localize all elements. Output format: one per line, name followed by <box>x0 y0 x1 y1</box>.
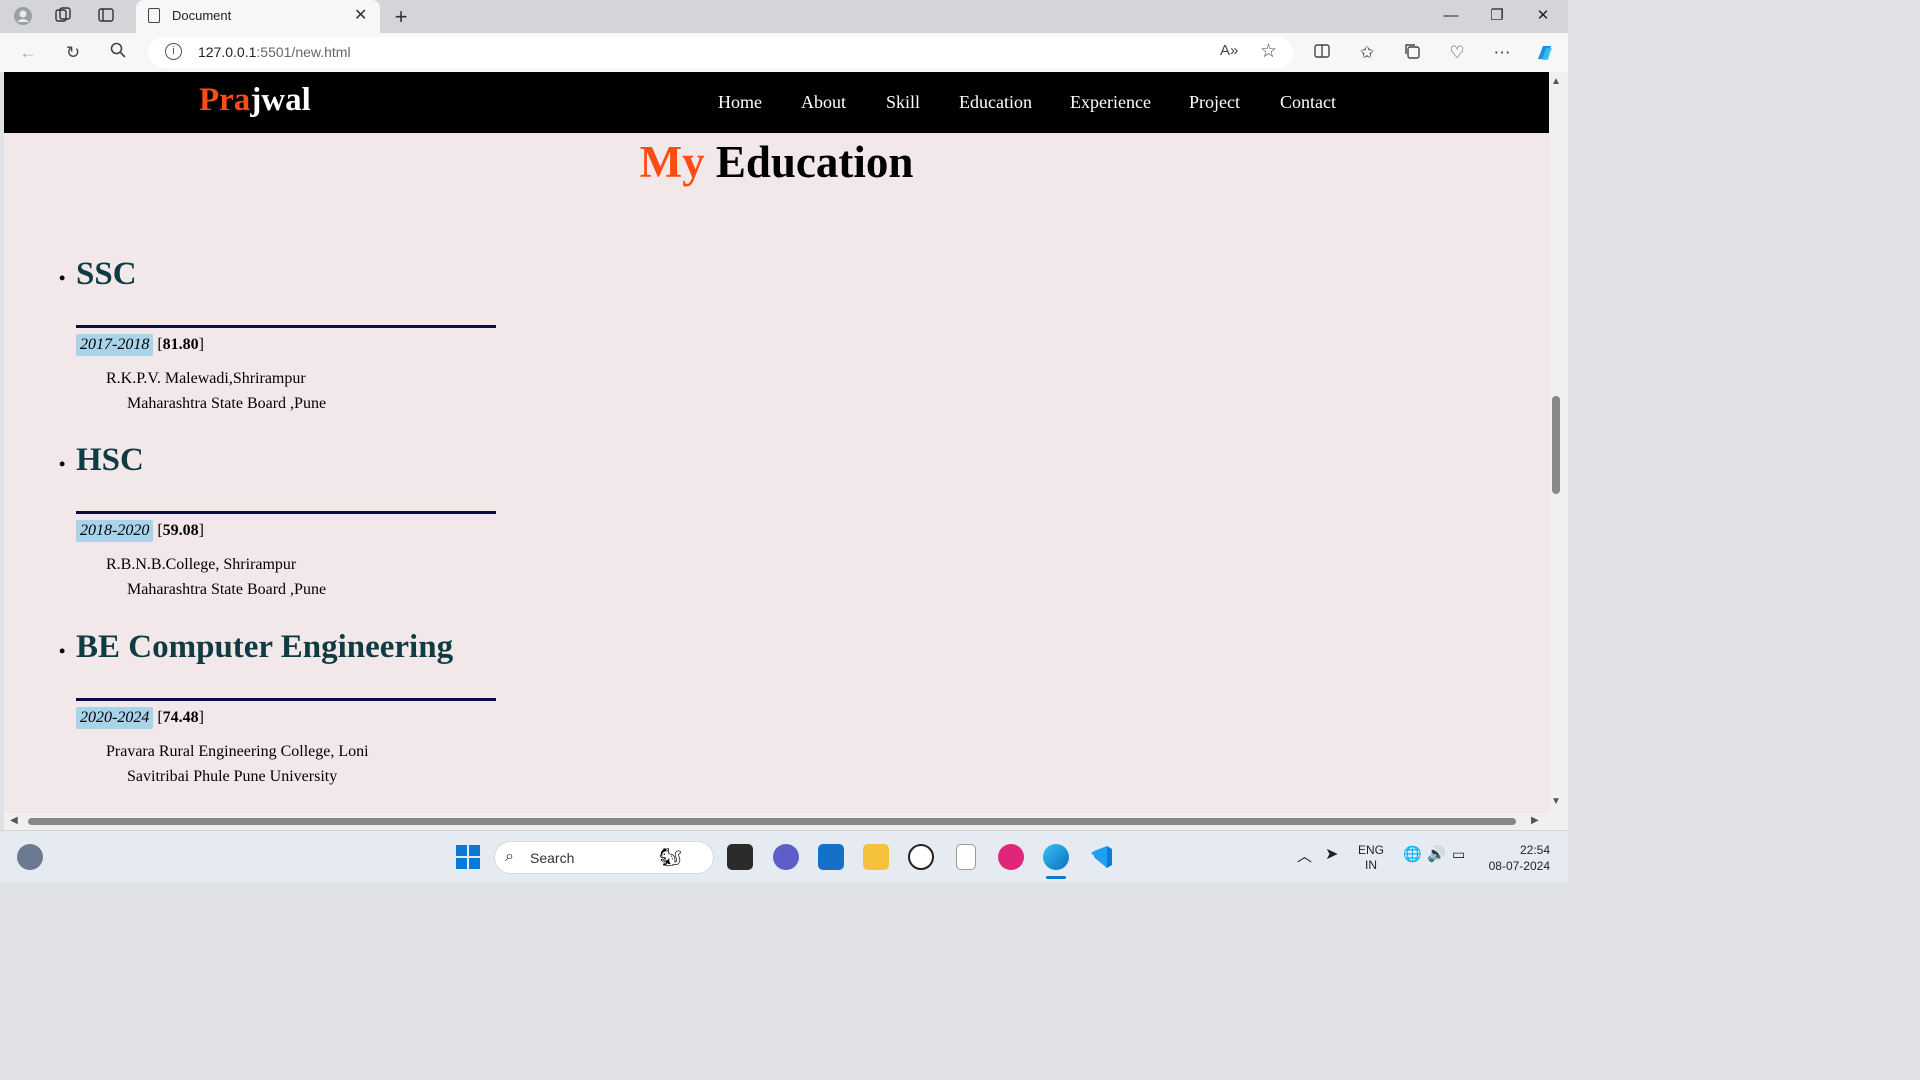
browser-tab[interactable]: Document ✕ <box>136 0 380 33</box>
file-explorer-icon[interactable] <box>863 844 889 870</box>
notepad-icon[interactable] <box>956 844 976 870</box>
list-bullet: • <box>59 454 66 474</box>
scroll-down-icon[interactable]: ▼ <box>1551 796 1561 807</box>
board-name: Maharashtra State Board ,Pune <box>127 395 327 412</box>
list-bullet: • <box>59 268 66 288</box>
horizontal-scroll-thumb[interactable] <box>28 818 1516 825</box>
list-bullet: • <box>59 641 66 661</box>
more-options-icon[interactable]: ⋯ <box>1491 42 1513 64</box>
divider <box>76 698 496 701</box>
favorite-star-icon[interactable]: ☆ <box>1260 40 1277 63</box>
media-app-icon[interactable] <box>998 844 1024 870</box>
divider <box>76 325 496 328</box>
education-item: • SSC 2017-2018 [81.80] R.K.P.V. Malewad… <box>4 256 704 426</box>
education-title: SSC <box>76 256 137 292</box>
nav-link-project[interactable]: Project <box>1189 92 1240 113</box>
tab-close-icon[interactable]: ✕ <box>354 5 367 25</box>
search-icon: ⌕ <box>505 848 514 865</box>
battery-icon[interactable]: ▭ <box>1452 846 1465 863</box>
close-window-button[interactable]: ✕ <box>1520 4 1566 28</box>
back-icon[interactable]: ← <box>17 42 39 64</box>
split-screen-icon[interactable] <box>1311 42 1333 64</box>
education-title: BE Computer Engineering <box>76 629 454 665</box>
score-value: 74.48 <box>162 709 199 726</box>
scroll-left-icon[interactable]: ◀ <box>10 815 18 826</box>
scroll-up-icon[interactable]: ▲ <box>1551 76 1561 87</box>
nav-link-skill[interactable]: Skill <box>886 92 920 113</box>
address-bar[interactable]: i 127.0.0.1:5501/new.html A» ☆ <box>148 37 1293 68</box>
education-item: • HSC 2018-2020 [59.08] R.B.N.B.College,… <box>4 442 704 612</box>
dell-icon[interactable] <box>908 844 934 870</box>
show-hidden-icons-icon[interactable]: ︿ <box>1297 845 1312 866</box>
teams-icon[interactable] <box>773 844 799 870</box>
nav-link-contact[interactable]: Contact <box>1280 92 1336 113</box>
active-app-indicator <box>1046 876 1066 879</box>
school-name: R.B.N.B.College, Shrirampur <box>106 556 297 573</box>
new-tab-icon[interactable]: + <box>390 6 412 28</box>
year-score-line: 2020-2024 [74.48] <box>76 707 204 729</box>
clock[interactable]: 22:54 08-07-2024 <box>1484 842 1550 874</box>
year-badge: 2017-2018 <box>76 334 154 356</box>
taskbar-search[interactable]: ⌕ Search 🐿 <box>494 841 714 874</box>
browser-tab-bar: Document ✕ + — ❐ ✕ <box>0 0 1568 33</box>
site-navbar: Prajwal Home About Skill Education Exper… <box>4 72 1549 133</box>
widgets-icon[interactable] <box>17 844 43 870</box>
url-text[interactable]: 127.0.0.1:5501/new.html <box>198 44 351 60</box>
task-view-icon[interactable] <box>727 844 753 870</box>
board-name: Savitribai Phule Pune University <box>127 768 338 785</box>
location-icon[interactable]: ➤ <box>1325 844 1338 864</box>
score-value: 59.08 <box>162 522 199 539</box>
year-score-line: 2018-2020 [59.08] <box>76 520 204 542</box>
browser-essentials-icon[interactable]: ♡ <box>1446 42 1468 64</box>
score-value: 81.80 <box>162 336 199 353</box>
language-indicator[interactable]: ENG IN <box>1358 843 1384 873</box>
scrollbar-corner <box>1549 813 1568 830</box>
copilot-icon[interactable] <box>1534 42 1556 64</box>
refresh-icon[interactable]: ↻ <box>62 42 84 64</box>
favorites-icon[interactable]: ✩ <box>1356 42 1378 64</box>
minimize-button[interactable]: — <box>1428 4 1474 28</box>
store-icon[interactable] <box>818 844 844 870</box>
nav-link-about[interactable]: About <box>801 92 846 113</box>
taskbar-search-label: Search <box>530 850 575 866</box>
restore-button[interactable]: ❐ <box>1474 4 1520 28</box>
nav-link-experience[interactable]: Experience <box>1070 92 1151 113</box>
profile-icon[interactable] <box>12 6 34 28</box>
collections-icon[interactable] <box>1401 42 1423 64</box>
school-name: Pravara Rural Engineering College, Loni <box>106 743 369 760</box>
site-logo[interactable]: Prajwal <box>199 82 311 119</box>
year-badge: 2020-2024 <box>76 707 154 729</box>
workspaces-icon[interactable] <box>52 6 74 28</box>
scroll-right-icon[interactable]: ▶ <box>1531 815 1539 826</box>
divider <box>76 511 496 514</box>
search-highlight-icon: 🐿 <box>659 847 682 867</box>
education-item: • BE Computer Engineering 2020-2024 [74.… <box>4 629 704 799</box>
web-page: Prajwal Home About Skill Education Exper… <box>4 72 1549 813</box>
school-name: R.K.P.V. Malewadi,Shrirampur <box>106 370 306 387</box>
document-icon <box>148 8 160 23</box>
vertical-scrollbar[interactable]: ▲ ▼ <box>1549 72 1568 813</box>
edge-icon[interactable] <box>1043 844 1069 870</box>
search-icon[interactable] <box>107 42 129 64</box>
education-title: HSC <box>76 442 144 478</box>
horizontal-scrollbar[interactable]: ◀ ▶ <box>4 813 1549 830</box>
tab-actions-icon[interactable] <box>95 6 117 28</box>
year-score-line: 2017-2018 [81.80] <box>76 334 204 356</box>
tab-title: Document <box>172 8 232 23</box>
nav-link-education[interactable]: Education <box>959 92 1032 113</box>
site-info-icon[interactable]: i <box>165 43 182 60</box>
page-title: My Education <box>639 137 914 187</box>
read-aloud-icon[interactable]: A» <box>1220 42 1238 59</box>
vscode-icon[interactable] <box>1088 844 1114 870</box>
volume-icon[interactable]: 🔊 <box>1427 845 1446 863</box>
vertical-scroll-thumb[interactable] <box>1552 396 1560 494</box>
nav-link-home[interactable]: Home <box>718 92 762 113</box>
network-icon[interactable]: 🌐 <box>1403 845 1422 863</box>
taskbar: ⌕ Search 🐿 ︿ ➤ ENG IN 🌐 🔊 ▭ 22:54 08-07-… <box>0 830 1568 882</box>
board-name: Maharashtra State Board ,Pune <box>127 581 327 598</box>
windows-start-icon[interactable] <box>455 844 481 870</box>
year-badge: 2018-2020 <box>76 520 154 542</box>
